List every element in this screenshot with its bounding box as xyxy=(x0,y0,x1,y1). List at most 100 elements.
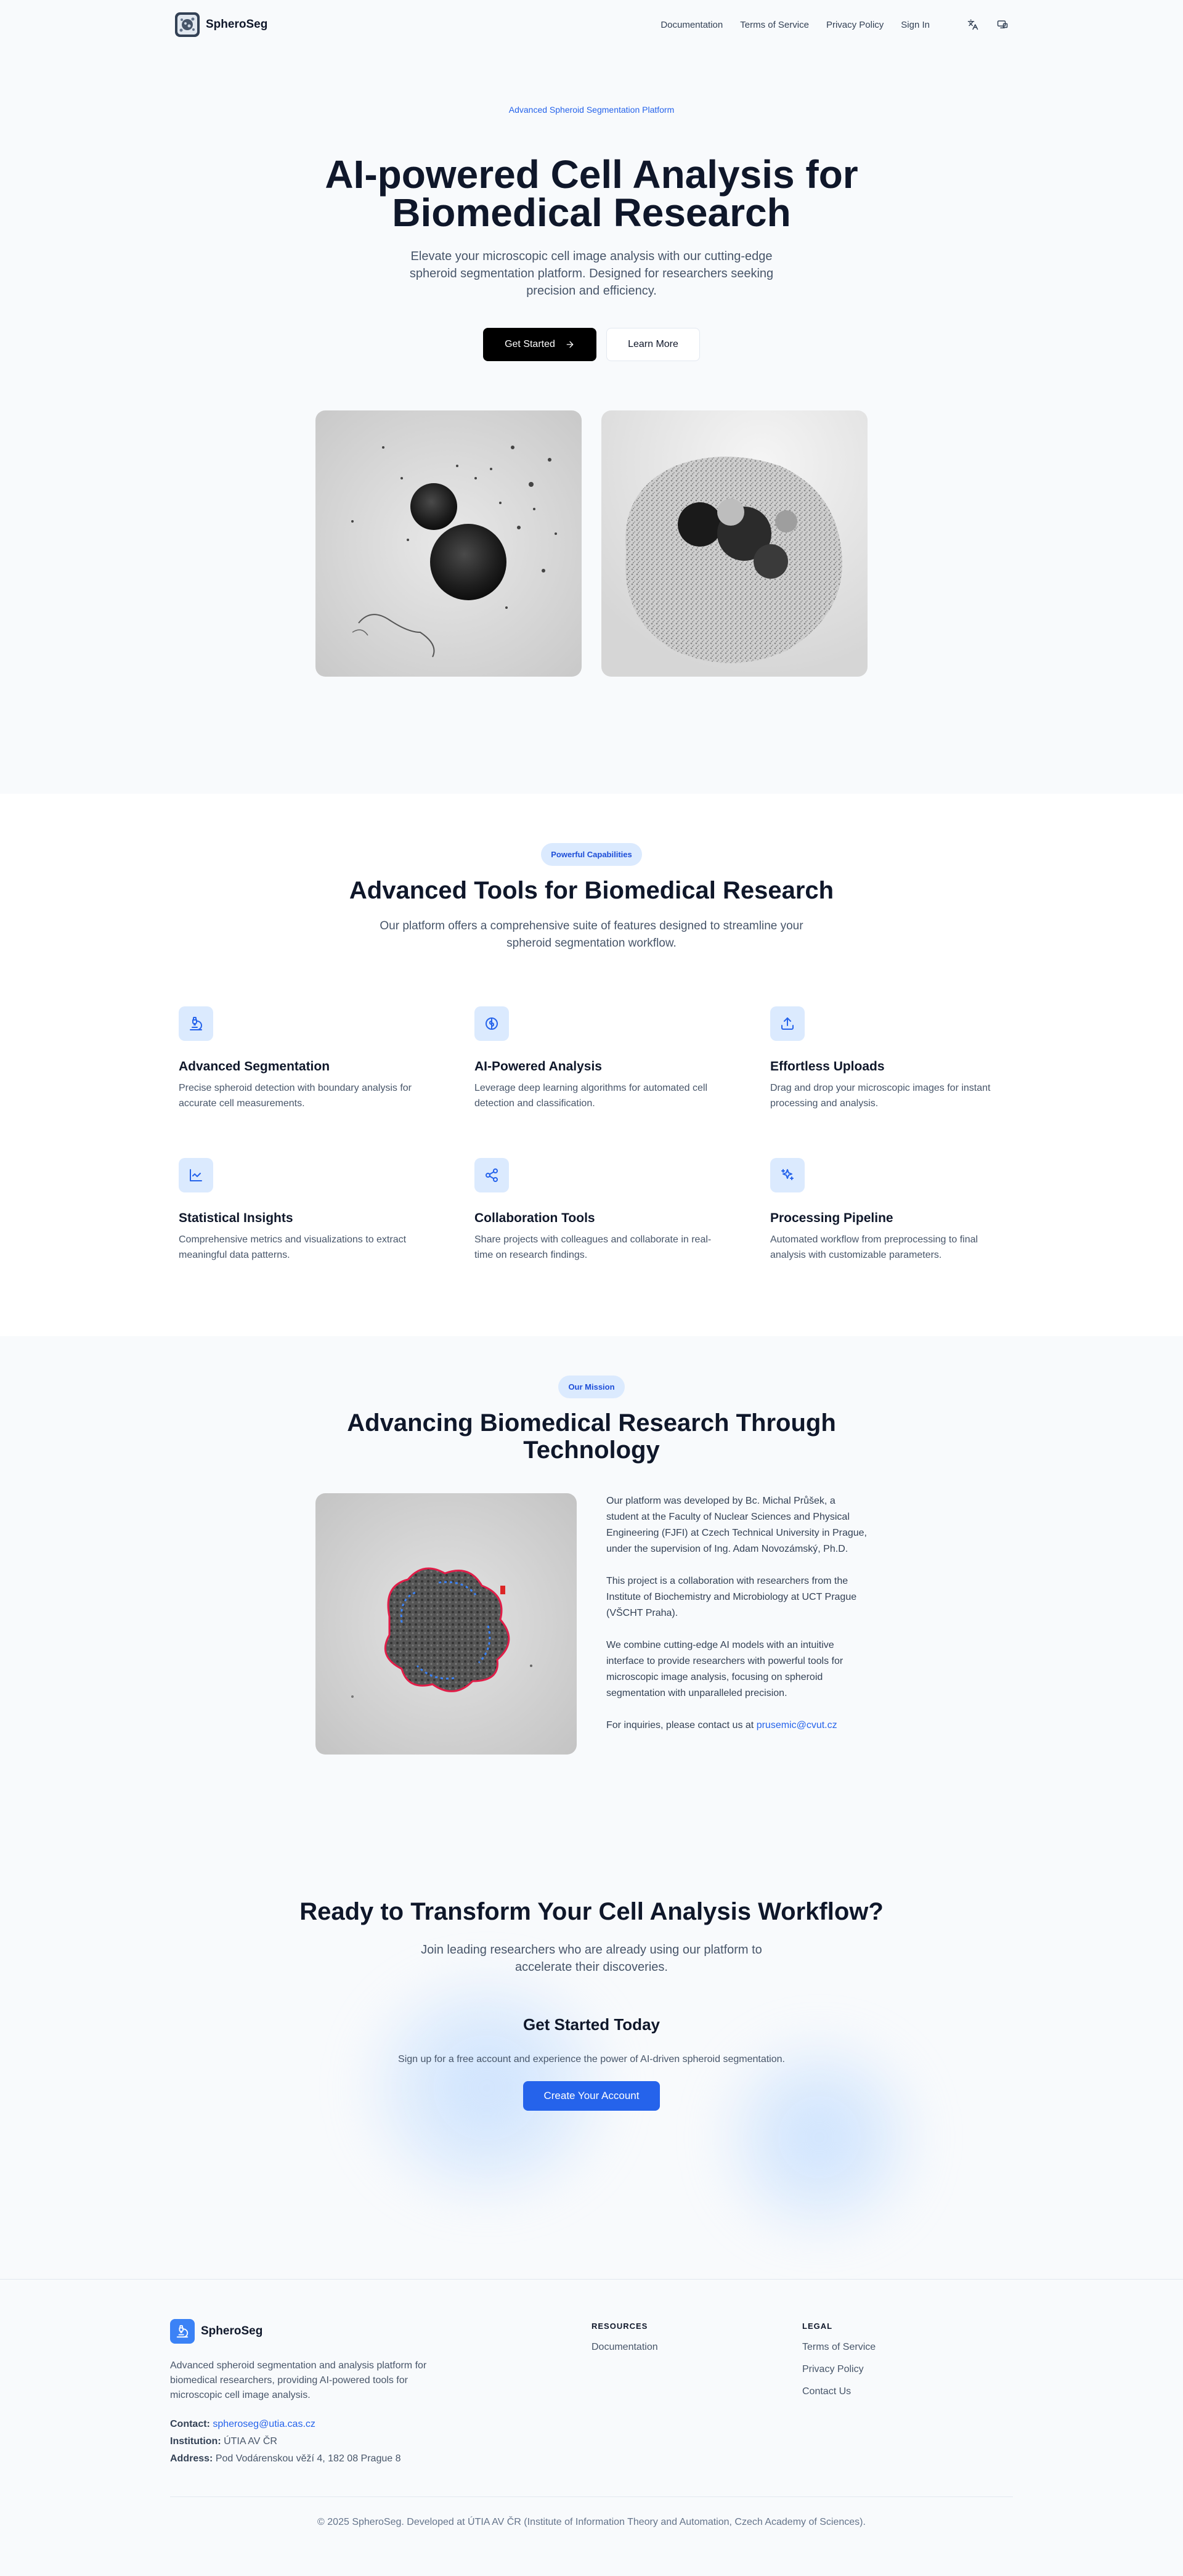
hero-tag: Advanced Spheroid Segmentation Platform xyxy=(508,105,675,115)
footer-institution-label: Institution: xyxy=(170,2436,221,2447)
hero-title: AI-powered Cell Analysis for Biomedical … xyxy=(0,155,1183,232)
feature-desc: Share projects with colleagues and colla… xyxy=(474,1234,712,1260)
nav-link-documentation[interactable]: Documentation xyxy=(661,20,723,30)
hero-images xyxy=(0,410,1183,677)
features-pill: Powerful Capabilities xyxy=(541,843,642,866)
footer-address-value: Pod Vodárenskou věží 4, 182 08 Prague 8 xyxy=(215,2453,401,2464)
hero-section: Advanced Spheroid Segmentation Platform … xyxy=(0,49,1183,794)
mission-paragraph: We combine cutting-edge AI models with a… xyxy=(606,1640,844,1698)
footer-link-terms[interactable]: Terms of Service xyxy=(802,2342,1013,2353)
get-started-label: Get Started xyxy=(505,339,555,349)
footer-brand-name: SpheroSeg xyxy=(201,2325,263,2338)
theme-icon[interactable] xyxy=(991,14,1014,36)
feature-title: Advanced Segmentation xyxy=(179,1059,330,1074)
brain-icon xyxy=(474,1006,509,1041)
feature-title: AI-Powered Analysis xyxy=(474,1059,602,1074)
footer-copyright: © 2025 SpheroSeg. Developed at ÚTIA AV Č… xyxy=(170,2497,1013,2528)
upload-icon xyxy=(770,1006,805,1041)
mission-paragraph: Our platform was developed by Bc. Michal… xyxy=(606,1496,867,1554)
footer-institution: Institution: ÚTIA AV ČR xyxy=(170,2436,592,2447)
feature-desc: Comprehensive metrics and visualizations… xyxy=(179,1234,407,1260)
nav-link-privacy[interactable]: Privacy Policy xyxy=(826,20,884,30)
feature-card: Advanced Segmentation Precise spheroid d… xyxy=(179,1006,419,1111)
mission-body: Our platform was developed by Bc. Michal… xyxy=(0,1493,1183,1755)
brand-logo-icon xyxy=(175,12,200,37)
cta-box-text: Sign up for a free account and experienc… xyxy=(398,2054,785,2064)
nav-link-terms[interactable]: Terms of Service xyxy=(740,20,809,30)
nav-links: Documentation Terms of Service Privacy P… xyxy=(661,20,930,30)
features-section: Powerful Capabilities Advanced Tools for… xyxy=(0,794,1183,1336)
footer-brand: SpheroSeg Advanced spheroid segmentation… xyxy=(170,2319,592,2464)
mission-title-line1: Advancing Biomedical Research Through xyxy=(347,1409,836,1437)
background-glow xyxy=(727,2045,912,2230)
footer-resources-heading: RESOURCES xyxy=(592,2321,648,2331)
chart-icon xyxy=(179,1158,213,1192)
cta-section: Ready to Transform Your Cell Analysis Wo… xyxy=(0,1891,1183,2279)
footer-contact-label: Contact: xyxy=(170,2419,210,2429)
segmentation-image xyxy=(315,1493,577,1755)
share-icon xyxy=(474,1158,509,1192)
arrow-right-icon xyxy=(566,341,574,348)
footer-description: Advanced spheroid segmentation and analy… xyxy=(170,2360,427,2400)
features-grid: Advanced Segmentation Precise spheroid d… xyxy=(179,1006,1004,1263)
footer-address: Address: Pod Vodárenskou věží 4, 182 08 … xyxy=(170,2453,592,2464)
top-nav: SpheroSeg Documentation Terms of Service… xyxy=(0,0,1183,49)
sparkles-icon xyxy=(770,1158,805,1192)
mission-paragraph: This project is a collaboration with res… xyxy=(606,1576,857,1618)
footer-legal-heading: LEGAL xyxy=(802,2321,833,2331)
nav-right: Documentation Terms of Service Privacy P… xyxy=(661,14,1014,36)
footer-link-contact[interactable]: Contact Us xyxy=(802,2386,1013,2397)
feature-title: Collaboration Tools xyxy=(474,1211,595,1225)
footer: SpheroSeg Advanced spheroid segmentation… xyxy=(0,2279,1183,2576)
feature-card: Collaboration Tools Share projects with … xyxy=(474,1158,715,1263)
feature-card: AI-Powered Analysis Leverage deep learni… xyxy=(474,1006,715,1111)
feature-desc: Drag and drop your microscopic images fo… xyxy=(770,1083,991,1109)
nav-link-sign-in[interactable]: Sign In xyxy=(901,20,930,30)
brand-link[interactable]: SpheroSeg xyxy=(175,12,267,37)
feature-title: Statistical Insights xyxy=(179,1211,293,1225)
footer-contact-email-link[interactable]: spheroseg@utia.cas.cz xyxy=(213,2419,315,2429)
feature-desc: Leverage deep learning algorithms for au… xyxy=(474,1083,708,1109)
learn-more-button[interactable]: Learn More xyxy=(606,328,700,361)
feature-title: Processing Pipeline xyxy=(770,1211,893,1225)
feature-desc: Precise spheroid detection with boundary… xyxy=(179,1083,412,1109)
cta-box-title: Get Started Today xyxy=(522,2015,660,2034)
mission-title-line2: Technology xyxy=(523,1437,660,1464)
mission-pill: Our Mission xyxy=(558,1376,625,1398)
footer-legal: LEGAL Terms of Service Privacy Policy Co… xyxy=(802,2319,1013,2464)
features-title: Advanced Tools for Biomedical Research xyxy=(349,877,834,904)
spheroid-image-1 xyxy=(315,410,582,677)
footer-resources: RESOURCES Documentation xyxy=(592,2319,802,2464)
mission-contact-email-link[interactable]: prusemic@cvut.cz xyxy=(757,1720,837,1730)
cta-subtitle: Join leading researchers who are already… xyxy=(421,1943,762,1974)
hero-title-line2: Biomedical Research xyxy=(392,190,791,235)
footer-brand-row: SpheroSeg xyxy=(170,2319,592,2344)
feature-card: Statistical Insights Comprehensive metri… xyxy=(179,1158,419,1263)
feature-card: Effortless Uploads Drag and drop your mi… xyxy=(770,1006,1010,1111)
get-started-button[interactable]: Get Started xyxy=(483,328,596,361)
feature-title: Effortless Uploads xyxy=(770,1059,885,1074)
microscope-icon xyxy=(179,1006,213,1041)
cta-title: Ready to Transform Your Cell Analysis Wo… xyxy=(299,1898,884,1925)
footer-institution-value: ÚTIA AV ČR xyxy=(224,2436,277,2447)
mission-contact-prefix: For inquiries, please contact us at xyxy=(606,1720,757,1730)
microscope-icon xyxy=(170,2319,195,2344)
mission-contact: For inquiries, please contact us at prus… xyxy=(606,1718,868,1734)
footer-link-documentation[interactable]: Documentation xyxy=(592,2342,802,2353)
mission-title: Advancing Biomedical Research Through Te… xyxy=(0,1409,1183,1464)
spheroid-image-2 xyxy=(601,410,868,677)
create-account-button[interactable]: Create Your Account xyxy=(523,2081,660,2111)
mission-section: Our Mission Advancing Biomedical Researc… xyxy=(0,1336,1183,1891)
hero-subtitle: Elevate your microscopic cell image anal… xyxy=(409,250,774,298)
footer-link-privacy[interactable]: Privacy Policy xyxy=(802,2364,1013,2375)
hero-buttons: Get Started Learn More xyxy=(0,328,1183,361)
brand-name: SpheroSeg xyxy=(206,18,268,31)
footer-top: SpheroSeg Advanced spheroid segmentation… xyxy=(170,2319,1013,2464)
features-subtitle: Our platform offers a comprehensive suit… xyxy=(380,919,803,950)
footer-address-label: Address: xyxy=(170,2453,213,2464)
footer-contact: Contact: spheroseg@utia.cas.cz xyxy=(170,2419,592,2430)
mission-text: Our platform was developed by Bc. Michal… xyxy=(606,1493,868,1755)
language-icon[interactable] xyxy=(962,14,984,36)
feature-desc: Automated workflow from preprocessing to… xyxy=(770,1234,978,1260)
feature-card: Processing Pipeline Automated workflow f… xyxy=(770,1158,1010,1263)
